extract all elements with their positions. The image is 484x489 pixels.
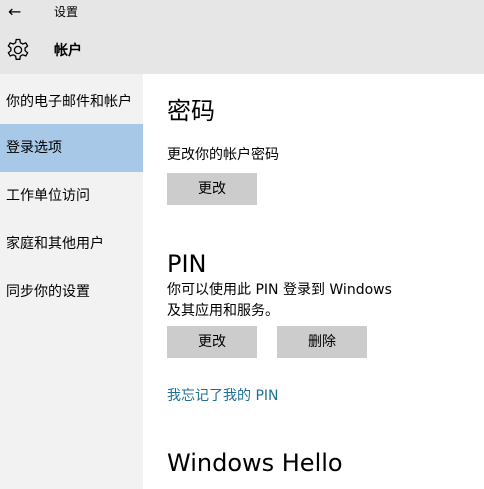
sidebar: 你的电子邮件和帐户 登录选项 工作单位访问 家庭和其他用户 同步你的设置 <box>0 74 143 489</box>
page-header: 帐户 <box>0 26 484 74</box>
page-title: 帐户 <box>54 43 82 59</box>
back-arrow-icon[interactable]: ← <box>8 3 21 21</box>
sidebar-item-sign-in-options[interactable]: 登录选项 <box>0 124 143 172</box>
windows-hello-section-title: Windows Hello <box>167 449 343 477</box>
forgot-pin-link[interactable]: 我忘记了我的 PIN <box>167 386 279 406</box>
window-title: 设置 <box>54 5 79 19</box>
pin-section-title: PIN <box>167 250 207 278</box>
password-description: 更改你的帐户密码 <box>167 147 279 163</box>
pin-description-line1: 你可以使用此 PIN 登录到 Windows <box>167 282 392 298</box>
sidebar-item-family-other-users[interactable]: 家庭和其他用户 <box>0 220 143 268</box>
delete-pin-button[interactable]: 删除 <box>277 326 367 358</box>
change-pin-button[interactable]: 更改 <box>167 326 257 358</box>
sidebar-item-work-access[interactable]: 工作单位访问 <box>0 172 143 220</box>
password-section-title: 密码 <box>167 97 215 125</box>
pin-description-line2: 及其应用和服务。 <box>167 303 279 319</box>
sidebar-item-sync-settings[interactable]: 同步你的设置 <box>0 268 143 316</box>
sidebar-item-email-accounts[interactable]: 你的电子邮件和帐户 <box>0 78 143 126</box>
gear-icon <box>7 38 29 60</box>
main-content: 密码 更改你的帐户密码 更改 PIN 你可以使用此 PIN 登录到 Window… <box>143 74 484 489</box>
change-password-button[interactable]: 更改 <box>167 173 257 205</box>
title-bar: ← 设置 <box>0 0 484 26</box>
